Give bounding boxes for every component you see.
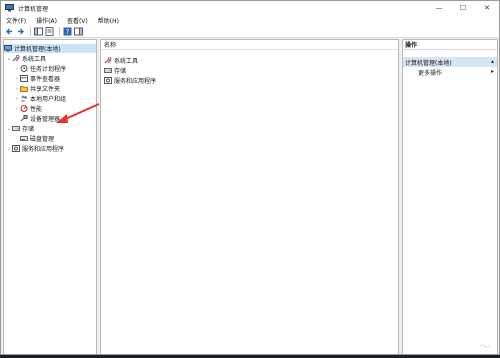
content-pane[interactable]: 名称 系统工具 存储 服务和应用程序 — [100, 39, 399, 354]
tree-label-event-viewer: 事件查看器 — [30, 76, 61, 83]
watermark-logo: 〜 — [479, 340, 490, 353]
forward-button[interactable] — [16, 27, 25, 36]
tree-item-system-tools[interactable]: ⌄ 系统工具 — [6, 54, 46, 63]
tools-icon — [12, 55, 20, 62]
tree-label-shared-folders: 共享文件夹 — [30, 86, 61, 93]
storage-icon — [12, 125, 20, 132]
more-actions-label: 更多操作 — [418, 69, 443, 77]
toolbar-separator — [30, 27, 31, 36]
tree-item-event-viewer[interactable]: › 事件查看器 — [14, 74, 60, 83]
actions-pane: 操作 计算机管理(本地) ▴ 更多操作 ▸ — [402, 39, 498, 354]
clock-icon — [20, 65, 28, 72]
maximize-icon: ☐ — [459, 4, 467, 12]
tree-item-shared-folders[interactable]: › 共享文件夹 — [14, 84, 61, 94]
arrow-right-icon — [18, 28, 24, 35]
more-actions-item[interactable]: 更多操作 ▸ — [403, 67, 497, 77]
svg-text:?: ? — [66, 28, 70, 36]
tree-item-storage[interactable]: ⌄ 存储 — [6, 124, 35, 134]
storage-icon — [104, 67, 112, 74]
list-label-services-apps: 服务和应用程序 — [114, 78, 157, 85]
toolbar-separator — [59, 27, 60, 36]
tree-item-performance[interactable]: › 性能 — [14, 104, 42, 113]
device-manager-icon — [20, 115, 28, 122]
arrow-left-icon — [6, 28, 12, 35]
tree-label-root: 计算机管理(本地) — [14, 46, 61, 53]
menu-action[interactable]: 操作(A) — [36, 16, 57, 25]
close-icon: ✕ — [484, 4, 490, 12]
event-viewer-icon — [20, 75, 28, 82]
svg-text:〜: 〜 — [479, 340, 490, 353]
disk-management-icon — [20, 135, 28, 142]
console-tree-icon — [34, 27, 43, 36]
minimize-button[interactable]: — — [427, 1, 451, 15]
menu-file[interactable]: 文件(F) — [6, 16, 26, 25]
title-bar[interactable]: 计算机管理 — ☐ ✕ — [1, 1, 499, 15]
services-icon — [12, 145, 20, 152]
computer-icon — [4, 45, 12, 52]
users-icon — [20, 95, 28, 102]
show-action-pane-button[interactable] — [74, 27, 83, 36]
maximize-button[interactable]: ☐ — [451, 1, 475, 15]
menu-bar: 文件(F) 操作(A) 查看(V) 帮助(H) — [1, 15, 499, 26]
tree-label-services-apps: 服务和应用程序 — [22, 146, 65, 153]
list-item-services-apps[interactable]: 服务和应用程序 — [104, 76, 156, 85]
computer-management-window: 计算机管理 — ☐ ✕ 文件(F) 操作(A) 查看(V) 帮助(H) ? 计算… — [0, 0, 500, 355]
computer-management-icon — [5, 4, 14, 12]
tree-item-device-manager[interactable]: 设备管理器 — [20, 114, 60, 123]
chevron-right-icon: ▸ — [490, 68, 494, 75]
tree-item-task-scheduler[interactable]: › 任务计划程序 — [14, 64, 66, 73]
services-icon — [104, 77, 112, 84]
help-button[interactable]: ? — [63, 27, 72, 36]
properties-icon — [45, 27, 54, 36]
action-pane-icon — [74, 27, 83, 36]
tree-label-storage: 存储 — [22, 126, 35, 133]
menu-help[interactable]: 帮助(H) — [98, 16, 119, 25]
tree-label-system-tools: 系统工具 — [22, 56, 47, 63]
actions-title: 操作 — [403, 40, 497, 50]
back-button[interactable] — [5, 27, 14, 36]
show-tree-button[interactable] — [34, 27, 43, 36]
close-button[interactable]: ✕ — [475, 1, 499, 15]
window-title: 计算机管理 — [18, 5, 49, 13]
help-icon: ? — [63, 27, 72, 36]
column-header-name[interactable]: 名称 — [101, 40, 398, 50]
console-tree[interactable]: 计算机管理(本地) ⌄ 系统工具 › 任务计划程序 › 事件查看器 › 共享文件… — [3, 39, 97, 354]
tree-item-services-apps[interactable]: › 服务和应用程序 — [6, 144, 64, 153]
list-item-storage[interactable]: 存储 — [104, 66, 126, 75]
tree-item-disk-management[interactable]: 磁盘管理 — [20, 134, 54, 143]
main-panes: 计算机管理(本地) ⌄ 系统工具 › 任务计划程序 › 事件查看器 › 共享文件… — [1, 39, 499, 354]
toolbar: ? — [1, 26, 499, 38]
tree-label-task-scheduler: 任务计划程序 — [30, 66, 67, 73]
actions-group-computer-management[interactable]: 计算机管理(本地) ▴ — [403, 57, 497, 67]
tree-item-root[interactable]: 计算机管理(本地) — [4, 44, 96, 53]
list-item-system-tools[interactable]: 系统工具 — [104, 56, 138, 65]
chevron-up-icon[interactable]: ▴ — [491, 58, 494, 65]
tree-label-disk-management: 磁盘管理 — [30, 136, 55, 143]
tree-item-local-users[interactable]: › 本地用户和组 — [14, 94, 67, 104]
performance-icon — [20, 105, 28, 112]
shared-folder-icon — [20, 85, 28, 92]
menu-view[interactable]: 查看(V) — [67, 16, 88, 25]
properties-button[interactable] — [45, 27, 54, 36]
actions-group-label: 计算机管理(本地) — [405, 59, 452, 67]
minimize-icon: — — [435, 4, 443, 12]
list-label-storage: 存储 — [114, 68, 127, 75]
list-label-system-tools: 系统工具 — [114, 58, 139, 65]
tree-label-local-users: 本地用户和组 — [30, 96, 67, 103]
tree-label-device-manager: 设备管理器 — [30, 116, 61, 123]
tools-icon — [104, 57, 112, 64]
tree-label-performance: 性能 — [30, 106, 43, 113]
